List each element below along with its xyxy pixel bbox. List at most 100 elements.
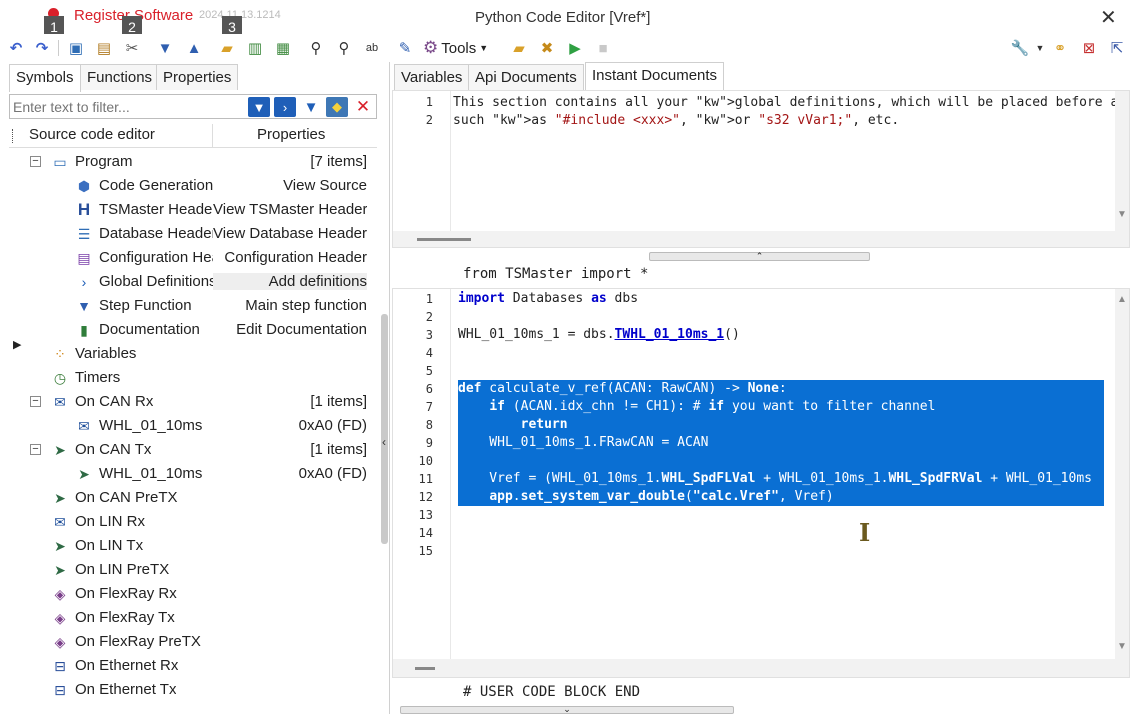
line-number: 14 [418,526,433,540]
tree-row[interactable]: ◷ Timers [0,366,378,390]
tree-row[interactable]: ⊟ On Ethernet Rx [0,654,378,678]
tree-row[interactable]: ⬢ Code Generation View Source [0,174,378,198]
close-window-button[interactable]: ✕ [1100,5,1117,30]
replace-text-icon[interactable]: ab [362,38,382,58]
tree-row[interactable]: ⁘ Variables [0,342,378,366]
tree-expander[interactable]: − [30,156,41,167]
main-editor-hscrollbar[interactable] [393,659,1129,677]
save-icon[interactable]: ▥ [245,38,265,58]
scroll-down-icon[interactable]: ▼ [1117,209,1127,220]
tree-row[interactable]: ⊟ On Ethernet Tx [0,678,378,702]
code-line: such "kw">as "#include <xxx>", "kw">or "… [453,113,900,128]
tree-row[interactable]: ☰ Database Header View Database Header [0,222,378,246]
tab-variables[interactable]: Variables [394,64,470,90]
scroll-up-icon[interactable]: ▲ [1117,294,1127,305]
tab-instant-documents[interactable]: Instant Documents [585,62,725,90]
tree-row[interactable]: ▼ Step Function Main step function [0,294,378,318]
tree-header-properties[interactable]: Properties [257,126,325,143]
copy-icon[interactable]: ▣ [66,38,86,58]
save-as-icon[interactable]: ▦ [273,38,293,58]
filter-funnel-icon[interactable]: ▼ [248,97,270,117]
line-number: 6 [425,382,433,396]
tree-row[interactable]: ➤ On LIN PreTX [0,558,378,582]
tree-row-label: On CAN PreTX [75,489,178,506]
link-icon[interactable]: ⚭ [1050,38,1070,58]
clear-filter-icon[interactable]: ✕ [352,97,374,117]
undo-icon[interactable]: ↶ [6,38,26,58]
search-replace-icon[interactable]: ⚲ [334,38,354,58]
tree-row[interactable]: ➤ WHL_01_10ms 0xA0 (FD) [0,462,378,486]
tree-row-label: TSMaster Header [99,201,213,218]
editor-splitter[interactable]: ⌃ [649,252,870,261]
flexray-icon: ◈ [54,609,66,626]
tree-row[interactable]: ◈ On FlexRay Rx [0,582,378,606]
move-up-icon[interactable]: ▲ [184,38,204,58]
wrench-icon[interactable]: 🔧 [1010,38,1030,58]
clear-icon[interactable]: ✖ [537,38,557,58]
tree-row-label: Timers [75,369,121,386]
tree-row[interactable]: ➤ On LIN Tx [0,534,378,558]
tree-row-value: [1 items] [310,441,367,458]
line-number: 7 [425,400,433,414]
tree-row[interactable]: ➤ On CAN PreTX [0,486,378,510]
filter-input[interactable] [13,97,243,117]
tree-row[interactable]: − ➤ On CAN Tx [1 items] [0,438,378,462]
ethernet-icon: ⊟ [54,681,66,698]
code-line: app.set_system_var_double("calc.Vref", V… [489,489,834,504]
tab-properties[interactable]: Properties [156,64,239,90]
tree-row[interactable]: − ▭ Program [7 items] [0,150,378,174]
tree-row[interactable]: ◈ On FlexRay PreTX [0,630,378,654]
tree-row-label: On CAN Rx [75,393,154,410]
open-folder-icon[interactable]: ▰ [217,38,237,58]
tree-row-value: View TSMaster Header [213,201,367,218]
code-line: WHL_01_10ms_1 = dbs.TWHL_01_10ms_1() [458,327,740,342]
top-editor-vscrollbar[interactable]: ▼ [1115,91,1129,231]
filter-dropdown-icon[interactable]: ▼ [300,97,322,117]
code-generation-icon: ⬢ [77,177,91,194]
line-number: 8 [425,418,433,432]
documentation-book-icon: ▮ [80,321,88,338]
gear-icon: ⚙ [423,38,439,57]
tree-row[interactable]: ▮ Documentation Edit Documentation [0,318,378,342]
run-icon[interactable]: ▶ [565,38,585,58]
tree-expander[interactable]: − [30,444,41,455]
top-editor-hscrollbar[interactable] [393,231,1129,247]
collapse-panel-icon[interactable]: ‹ [382,435,386,449]
send-plane-icon: ➤ [54,441,66,458]
scroll-down-icon[interactable]: ▼ [1117,641,1127,652]
left-panel-scrollbar[interactable] [381,314,388,544]
search-icon[interactable]: ⚲ [306,38,326,58]
tree-expander[interactable]: − [30,396,41,407]
export-icon[interactable]: ⇱ [1107,38,1127,58]
filter-console-icon[interactable]: › [274,97,296,117]
stop-icon[interactable]: ■ [593,38,613,58]
tree-row[interactable]: ✉ WHL_01_10ms 0xA0 (FD) [0,414,378,438]
wrench-dropdown-icon[interactable]: ▼ [1030,38,1050,58]
tree-row[interactable]: › Global Definitions Add definitions [0,270,378,294]
fixed-header-line: from TSMaster import * [463,266,649,282]
footer-splitter[interactable]: ⌄ [400,705,734,714]
tab-symbols[interactable]: Symbols [9,64,81,92]
folder-icon[interactable]: ▰ [509,38,529,58]
tree-row[interactable]: H TSMaster Header View TSMaster Header [0,198,378,222]
cut-icon[interactable]: ✂ [122,38,142,58]
main-editor-vscrollbar[interactable]: ▲ ▼ [1115,289,1129,659]
redo-icon[interactable]: ↷ [32,38,52,58]
tree-row[interactable]: ✉ On LIN Rx [0,510,378,534]
tab-functions[interactable]: Functions [80,64,160,90]
top-editor-gutter: 1 2 [393,91,451,247]
tree-row-label: On FlexRay Rx [75,585,177,602]
python-icon[interactable]: ◆ [326,97,348,117]
tree-header-source[interactable]: Source code editor [29,126,155,143]
tree-row[interactable]: ▤ Configuration Header Configuration Heade… [0,246,378,270]
move-down-icon[interactable]: ▼ [155,38,175,58]
tree-row-label: On Ethernet Tx [75,681,177,698]
tools-menu-button[interactable]: ⚙ Tools ▼ [423,38,488,58]
tab-api-documents[interactable]: Api Documents [468,64,584,90]
paste-icon[interactable]: ▤ [94,38,114,58]
global-definitions-editor[interactable]: 1 2 This section contains all your "kw">… [392,90,1130,248]
close-doc-icon[interactable]: ⊠ [1079,38,1099,58]
tree-row[interactable]: ◈ On FlexRay Tx [0,606,378,630]
edit-pen-icon[interactable]: ✎ [395,38,415,58]
tree-row[interactable]: − ✉ On CAN Rx [1 items] [0,390,378,414]
